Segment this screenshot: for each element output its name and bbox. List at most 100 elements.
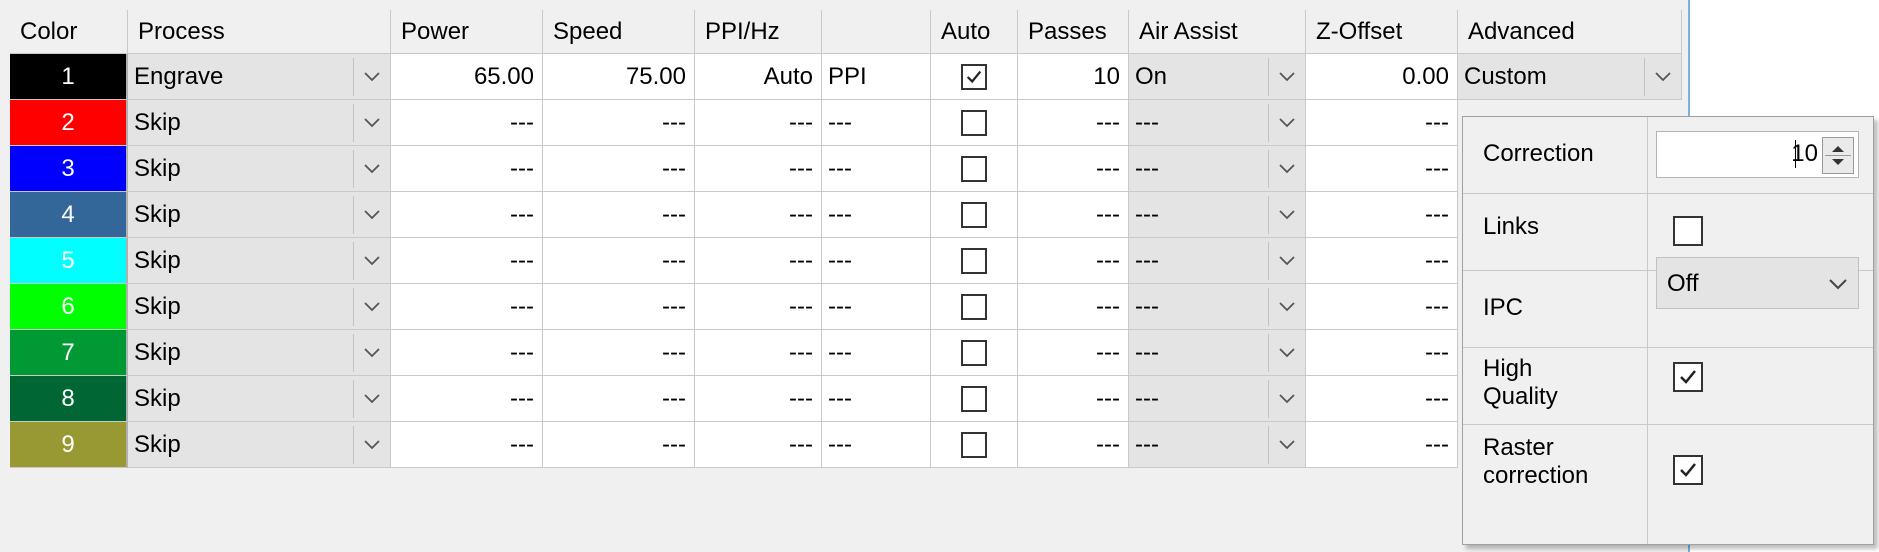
process-dropdown-button[interactable] <box>353 104 390 142</box>
table-row[interactable]: 5 Skip --- --- --- --- --- --- --- <box>0 238 1690 284</box>
unit-value[interactable]: PPI <box>822 54 931 100</box>
header-ppi-hz[interactable]: PPI/Hz <box>695 10 822 54</box>
z-offset-value[interactable]: --- <box>1306 238 1458 284</box>
air-assist-dropdown[interactable]: --- <box>1129 146 1306 192</box>
color-swatch[interactable]: 7 <box>10 330 128 376</box>
z-offset-value[interactable]: --- <box>1306 330 1458 376</box>
auto-cell[interactable] <box>931 238 1018 284</box>
air-assist-dropdown-button[interactable] <box>1268 334 1305 372</box>
color-swatch[interactable]: 2 <box>10 100 128 146</box>
auto-cell[interactable] <box>931 100 1018 146</box>
auto-cell[interactable] <box>931 192 1018 238</box>
passes-value[interactable]: --- <box>1018 330 1129 376</box>
z-offset-value[interactable]: --- <box>1306 422 1458 468</box>
color-swatch[interactable]: 9 <box>10 422 128 468</box>
passes-value[interactable]: --- <box>1018 376 1129 422</box>
air-assist-dropdown[interactable]: --- <box>1129 284 1306 330</box>
process-dropdown-button[interactable] <box>353 426 390 464</box>
auto-checkbox[interactable] <box>961 201 987 228</box>
power-value[interactable]: --- <box>391 238 543 284</box>
auto-cell[interactable] <box>931 422 1018 468</box>
ppi-hz-value[interactable]: Auto <box>695 54 822 100</box>
passes-value[interactable]: --- <box>1018 146 1129 192</box>
air-assist-dropdown-button[interactable] <box>1268 150 1305 188</box>
unit-value[interactable]: --- <box>822 146 931 192</box>
color-swatch[interactable]: 1 <box>10 54 128 100</box>
process-dropdown-button[interactable] <box>353 242 390 280</box>
table-row[interactable]: 7 Skip --- --- --- --- --- --- --- <box>0 330 1690 376</box>
process-dropdown-button[interactable] <box>353 380 390 418</box>
color-swatch[interactable]: 3 <box>10 146 128 192</box>
air-assist-dropdown[interactable]: --- <box>1129 238 1306 284</box>
process-dropdown[interactable]: Skip <box>128 422 391 468</box>
passes-value[interactable]: 10 <box>1018 54 1129 100</box>
auto-cell[interactable] <box>931 54 1018 100</box>
z-offset-value[interactable]: 0.00 <box>1306 54 1458 100</box>
color-swatch[interactable]: 4 <box>10 192 128 238</box>
passes-value[interactable]: --- <box>1018 100 1129 146</box>
auto-checkbox[interactable] <box>961 109 987 136</box>
z-offset-value[interactable]: --- <box>1306 146 1458 192</box>
advanced-dropdown[interactable]: Custom <box>1458 54 1682 100</box>
auto-checkbox[interactable] <box>961 431 987 458</box>
speed-value[interactable]: --- <box>543 146 695 192</box>
color-swatch[interactable]: 5 <box>10 238 128 284</box>
auto-checkbox[interactable] <box>961 155 987 182</box>
process-dropdown[interactable]: Skip <box>128 100 391 146</box>
header-advanced[interactable]: Advanced <box>1458 10 1682 54</box>
power-value[interactable]: --- <box>391 100 543 146</box>
power-value[interactable]: --- <box>391 284 543 330</box>
ipc-dropdown[interactable]: Off <box>1656 257 1859 309</box>
unit-value[interactable]: --- <box>822 330 931 376</box>
z-offset-value[interactable]: --- <box>1306 376 1458 422</box>
process-dropdown[interactable]: Skip <box>128 238 391 284</box>
process-dropdown-button[interactable] <box>353 58 390 96</box>
unit-value[interactable]: --- <box>822 376 931 422</box>
auto-cell[interactable] <box>931 284 1018 330</box>
power-value[interactable]: 65.00 <box>391 54 543 100</box>
auto-cell[interactable] <box>931 376 1018 422</box>
air-assist-dropdown-button[interactable] <box>1268 426 1305 464</box>
power-value[interactable]: --- <box>391 330 543 376</box>
speed-value[interactable]: 75.00 <box>543 54 695 100</box>
ppi-hz-value[interactable]: --- <box>695 330 822 376</box>
correction-value[interactable]: 10 <box>1791 140 1818 168</box>
process-dropdown[interactable]: Skip <box>128 284 391 330</box>
table-row[interactable]: 6 Skip --- --- --- --- --- --- --- <box>0 284 1690 330</box>
passes-value[interactable]: --- <box>1018 192 1129 238</box>
air-assist-dropdown[interactable]: --- <box>1129 330 1306 376</box>
header-air-assist[interactable]: Air Assist <box>1129 10 1306 54</box>
color-swatch[interactable]: 8 <box>10 376 128 422</box>
passes-value[interactable]: --- <box>1018 284 1129 330</box>
air-assist-dropdown-button[interactable] <box>1268 104 1305 142</box>
table-row[interactable]: 8 Skip --- --- --- --- --- --- --- <box>0 376 1690 422</box>
process-dropdown[interactable]: Skip <box>128 192 391 238</box>
unit-value[interactable]: --- <box>822 238 931 284</box>
speed-value[interactable]: --- <box>543 100 695 146</box>
table-row[interactable]: 4 Skip --- --- --- --- --- --- --- <box>0 192 1690 238</box>
auto-cell[interactable] <box>931 146 1018 192</box>
process-dropdown[interactable]: Skip <box>128 376 391 422</box>
unit-value[interactable]: --- <box>822 100 931 146</box>
high-quality-checkbox[interactable] <box>1673 362 1703 392</box>
header-process[interactable]: Process <box>128 10 391 54</box>
header-color[interactable]: Color <box>10 10 128 54</box>
process-dropdown-button[interactable] <box>353 196 390 234</box>
unit-value[interactable]: --- <box>822 284 931 330</box>
raster-correction-checkbox[interactable] <box>1673 455 1703 485</box>
header-power[interactable]: Power <box>391 10 543 54</box>
process-dropdown[interactable]: Skip <box>128 330 391 376</box>
process-dropdown[interactable]: Skip <box>128 146 391 192</box>
table-row[interactable]: 3 Skip --- --- --- --- --- --- --- <box>0 146 1690 192</box>
air-assist-dropdown-button[interactable] <box>1268 288 1305 326</box>
air-assist-dropdown[interactable]: --- <box>1129 192 1306 238</box>
power-value[interactable]: --- <box>391 422 543 468</box>
links-checkbox[interactable] <box>1673 216 1703 246</box>
auto-cell[interactable] <box>931 330 1018 376</box>
air-assist-dropdown[interactable]: On <box>1129 54 1306 100</box>
air-assist-dropdown-button[interactable] <box>1268 242 1305 280</box>
advanced-dropdown-button[interactable] <box>1644 58 1681 96</box>
auto-checkbox[interactable] <box>961 385 987 412</box>
speed-value[interactable]: --- <box>543 192 695 238</box>
air-assist-dropdown-button[interactable] <box>1268 380 1305 418</box>
